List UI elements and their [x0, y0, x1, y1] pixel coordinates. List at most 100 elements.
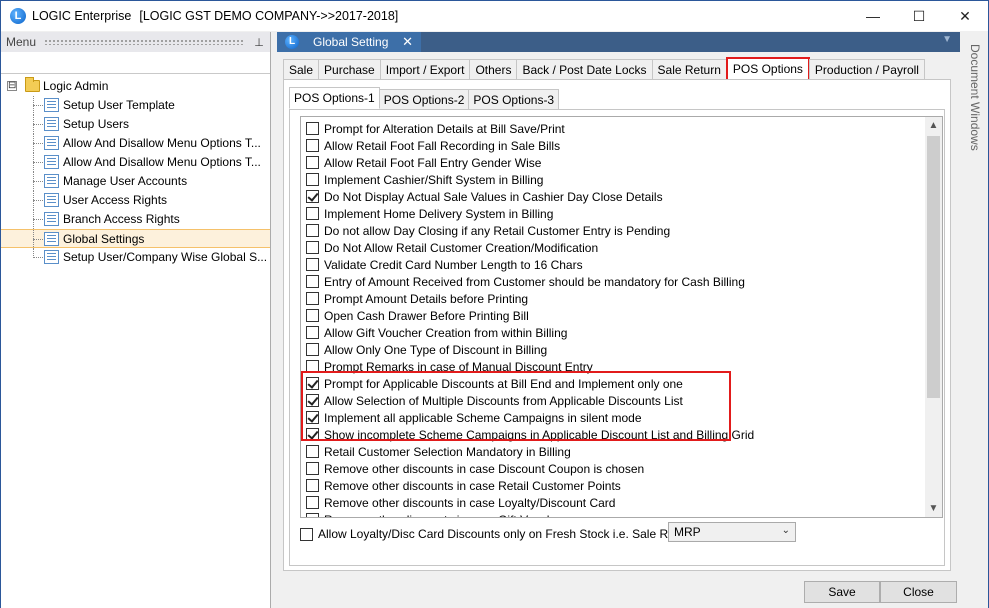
option-checkbox[interactable] — [306, 190, 319, 203]
tree-item[interactable]: Branch Access Rights — [1, 210, 270, 229]
option-row[interactable]: Remove other discounts in case Gift Vouc… — [301, 511, 927, 518]
option-row[interactable]: Do Not Display Actual Sale Values in Cas… — [301, 188, 927, 205]
option-label: Remove other discounts in case Gift Vouc… — [324, 513, 570, 518]
option-checkbox[interactable] — [306, 428, 319, 441]
option-row[interactable]: Remove other discounts in case Discount … — [301, 460, 927, 477]
tree-root-logic-admin[interactable]: ⊟ Logic Admin — [1, 77, 270, 96]
option-row[interactable]: Allow Retail Foot Fall Entry Gender Wise — [301, 154, 927, 171]
maximize-button[interactable]: ☐ — [896, 1, 942, 31]
option-label: Implement Cashier/Shift System in Billin… — [324, 172, 544, 187]
tab-global-setting[interactable]: L Global Setting ✕ — [277, 32, 421, 52]
option-checkbox[interactable] — [306, 156, 319, 169]
subtab-pos-options-3[interactable]: POS Options-3 — [468, 89, 560, 109]
option-checkbox[interactable] — [306, 462, 319, 475]
option-row[interactable]: Do not allow Day Closing if any Retail C… — [301, 222, 927, 239]
option-checkbox[interactable] — [306, 496, 319, 509]
option-row[interactable]: Open Cash Drawer Before Printing Bill — [301, 307, 927, 324]
option-checkbox[interactable] — [306, 122, 319, 135]
tree-item[interactable]: Global Settings — [1, 229, 270, 249]
option-checkbox[interactable] — [306, 258, 319, 271]
option-row[interactable]: Do Not Allow Retail Customer Creation/Mo… — [301, 239, 927, 256]
option-row[interactable]: Allow Only One Type of Discount in Billi… — [301, 341, 927, 358]
tab-pos-options[interactable]: POS Options — [725, 57, 810, 79]
loyalty-fresh-stock-checkbox[interactable] — [300, 527, 313, 541]
options-scrollbar[interactable]: ▲ ▼ — [925, 117, 942, 517]
scroll-down-icon[interactable]: ▼ — [925, 500, 942, 517]
option-row[interactable]: Implement all applicable Scheme Campaign… — [301, 409, 927, 426]
option-row[interactable]: Implement Home Delivery System in Billin… — [301, 205, 927, 222]
option-checkbox[interactable] — [306, 513, 319, 517]
subtab-pos-options-1[interactable]: POS Options-1 — [289, 87, 380, 109]
tree-root-label: Logic Admin — [43, 79, 109, 93]
option-checkbox[interactable] — [306, 343, 319, 356]
pin-icon[interactable]: ⊥ — [252, 36, 266, 49]
tree-connector — [33, 162, 43, 163]
scroll-thumb[interactable] — [927, 136, 940, 398]
document-windows-sidebar[interactable]: Document Windows — [960, 32, 988, 608]
tab-sale[interactable]: Sale — [283, 59, 320, 79]
option-checkbox[interactable] — [306, 394, 319, 407]
option-checkbox[interactable] — [306, 207, 319, 220]
tab-others[interactable]: Others — [469, 59, 518, 79]
tab-production-payroll[interactable]: Production / Payroll — [808, 59, 925, 79]
option-checkbox[interactable] — [306, 360, 319, 373]
option-row[interactable]: Allow Retail Foot Fall Recording in Sale… — [301, 137, 927, 154]
pos-subtabs: POS Options-1 POS Options-2 POS Options-3 — [289, 87, 560, 109]
tree-item[interactable]: Manage User Accounts — [1, 172, 270, 191]
tab-import-export[interactable]: Import / Export — [379, 59, 471, 79]
option-row[interactable]: Remove other discounts in case Retail Cu… — [301, 477, 927, 494]
option-row[interactable]: Remove other discounts in case Loyalty/D… — [301, 494, 927, 511]
tree-item[interactable]: Setup User/Company Wise Global S... — [1, 248, 270, 267]
option-checkbox[interactable] — [306, 292, 319, 305]
tree-item[interactable]: User Access Rights — [1, 191, 270, 210]
option-row[interactable]: Allow Gift Voucher Creation from within … — [301, 324, 927, 341]
option-checkbox[interactable] — [306, 173, 319, 186]
tab-purchase[interactable]: Purchase — [318, 59, 381, 79]
scroll-up-icon[interactable]: ▲ — [925, 117, 942, 134]
collapse-icon[interactable]: ⊟ — [7, 81, 17, 91]
option-checkbox[interactable] — [306, 309, 319, 322]
tree-item[interactable]: Setup User Template — [1, 96, 270, 115]
tab-back-post-date-locks[interactable]: Back / Post Date Locks — [516, 59, 653, 79]
option-checkbox[interactable] — [306, 411, 319, 424]
menu-search-bar[interactable] — [1, 52, 270, 74]
tab-sale-return[interactable]: Sale Return — [651, 59, 727, 79]
option-checkbox[interactable] — [306, 139, 319, 152]
tree-item[interactable]: Setup Users — [1, 115, 270, 134]
subtab-pos-options-2[interactable]: POS Options-2 — [378, 89, 470, 109]
option-row[interactable]: Prompt for Alteration Details at Bill Sa… — [301, 120, 927, 137]
menu-panel: Menu ⊥ ⊟ Logic Admin Setup User Template… — [1, 32, 271, 608]
option-row[interactable]: Allow Selection of Multiple Discounts fr… — [301, 392, 927, 409]
tree-item[interactable]: Allow And Disallow Menu Options T... — [1, 134, 270, 153]
option-checkbox[interactable] — [306, 479, 319, 492]
close-window-button[interactable]: ✕ — [942, 1, 988, 31]
drag-grip[interactable] — [44, 39, 244, 45]
option-row[interactable]: Prompt Remarks in case of Manual Discoun… — [301, 358, 927, 375]
option-row[interactable]: Implement Cashier/Shift System in Billin… — [301, 171, 927, 188]
close-tab-icon[interactable]: ✕ — [402, 34, 413, 50]
minimize-button[interactable]: — — [850, 1, 896, 31]
close-button[interactable]: Close — [880, 581, 957, 603]
tab-list-dropdown-icon[interactable]: ▼ — [942, 34, 952, 45]
option-row[interactable]: Prompt for Applicable Discounts at Bill … — [301, 375, 927, 392]
option-checkbox[interactable] — [306, 326, 319, 339]
tree-item-label: Setup User/Company Wise Global S... — [63, 250, 268, 264]
option-checkbox[interactable] — [306, 275, 319, 288]
option-checkbox[interactable] — [306, 241, 319, 254]
option-checkbox[interactable] — [306, 445, 319, 458]
option-row[interactable]: Entry of Amount Received from Customer s… — [301, 273, 927, 290]
document-tab-label: Global Setting — [313, 35, 389, 49]
option-row[interactable]: Retail Customer Selection Mandatory in B… — [301, 443, 927, 460]
option-checkbox[interactable] — [306, 377, 319, 390]
tree-item[interactable]: Allow And Disallow Menu Options T... — [1, 153, 270, 172]
save-button[interactable]: Save — [804, 581, 880, 603]
option-row[interactable]: Prompt Amount Details before Printing — [301, 290, 927, 307]
tree-connector — [33, 239, 43, 240]
tree-item-label: Setup Users — [63, 117, 130, 131]
loyalty-fresh-stock-option[interactable]: Allow Loyalty/Disc Card Discounts only o… — [300, 524, 692, 544]
option-checkbox[interactable] — [306, 224, 319, 237]
option-row[interactable]: Validate Credit Card Number Length to 16… — [301, 256, 927, 273]
sale-rate-select[interactable]: MRP ⌄ — [668, 522, 796, 542]
option-row[interactable]: Show incomplete Scheme Campaigns in Appl… — [301, 426, 927, 443]
loyalty-fresh-stock-label: Allow Loyalty/Disc Card Discounts only o… — [318, 527, 692, 541]
